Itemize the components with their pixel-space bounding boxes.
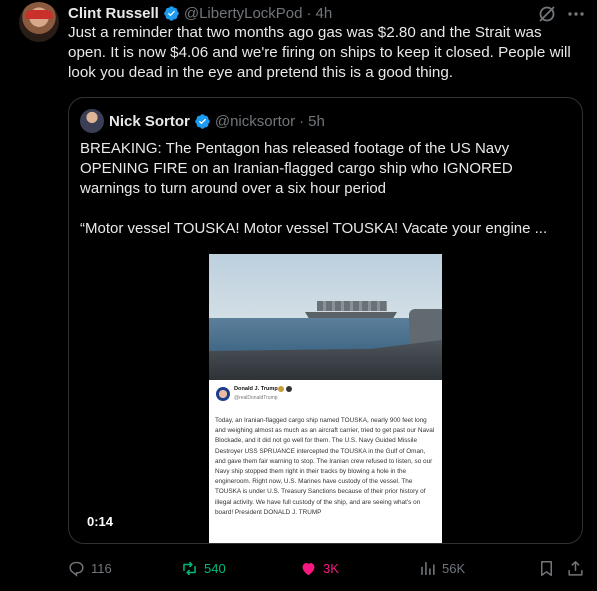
share-button[interactable] [566,558,585,578]
grok-icon[interactable] [537,4,557,24]
repost-count: 540 [204,560,226,576]
tweet-timestamp[interactable]: 4h [315,5,332,22]
quoted-text: BREAKING: The Pentagon has released foot… [80,139,572,259]
reply-count: 116 [91,560,112,576]
tweet-header: Clint Russell @LibertyLockPod · 4h [68,3,332,23]
separator-dot: · [306,4,312,22]
bookmark-icon [540,560,553,576]
quoted-author-handle[interactable]: @nicksortor [215,113,295,130]
quoted-timestamp[interactable]: 5h [308,113,325,130]
heart-icon [302,562,315,575]
embedded-author-handle: @realDonaldTrump [234,395,278,401]
quoted-paragraph: “Motor vessel TOUSKA! Motor vessel TOUSK… [80,220,548,237]
video-duration: 0:14 [87,514,114,529]
tweet-text: Just a reminder that two months ago gas … [68,24,571,81]
embedded-post-screenshot: Donald J. Trump @realDonaldTrump Today, … [209,380,442,543]
embedded-avatar [216,387,230,401]
tweet[interactable]: Clint Russell @LibertyLockPod · 4h Just … [0,0,597,591]
cargo-ship-containers [317,301,387,311]
like-button[interactable]: 3K [299,558,339,578]
quoted-author-name[interactable]: Nick Sortor [109,113,190,130]
embedded-badge-icon [278,386,284,392]
repost-button[interactable]: 540 [180,558,226,578]
quoted-paragraph: BREAKING: The Pentagon has released foot… [80,140,513,197]
action-bar: 116 540 3K 56K [0,558,597,578]
views-button[interactable]: 56K [418,558,465,578]
quoted-header: Nick Sortor @nicksortor · 5h [109,111,325,131]
quoted-tweet[interactable]: Nick Sortor @nicksortor · 5h BREAKING: T… [68,97,583,544]
video-sky [209,254,442,322]
like-count: 3K [323,560,339,576]
more-options-icon[interactable] [566,4,586,24]
embedded-post-body: Today, an Iranian-flagged cargo ship nam… [215,417,435,516]
author-handle[interactable]: @LibertyLockPod [184,5,303,22]
embedded-author-name: Donald J. Trump [234,386,278,392]
share-icon [568,560,583,576]
reply-icon [69,561,84,577]
author-name[interactable]: Clint Russell [68,5,159,22]
repost-icon [183,561,196,575]
quoted-avatar[interactable] [80,109,104,133]
avatar[interactable] [19,2,59,42]
verified-badge-icon [164,5,179,21]
views-count: 56K [442,560,466,576]
embedded-badge-icon [286,386,292,392]
verified-badge-icon [195,113,210,129]
analytics-icon [421,561,435,575]
separator-dot: · [299,112,305,130]
video-player[interactable]: Donald J. Trump @realDonaldTrump Today, … [209,254,442,543]
reply-button[interactable]: 116 [67,558,112,578]
bookmark-button[interactable] [537,558,556,578]
